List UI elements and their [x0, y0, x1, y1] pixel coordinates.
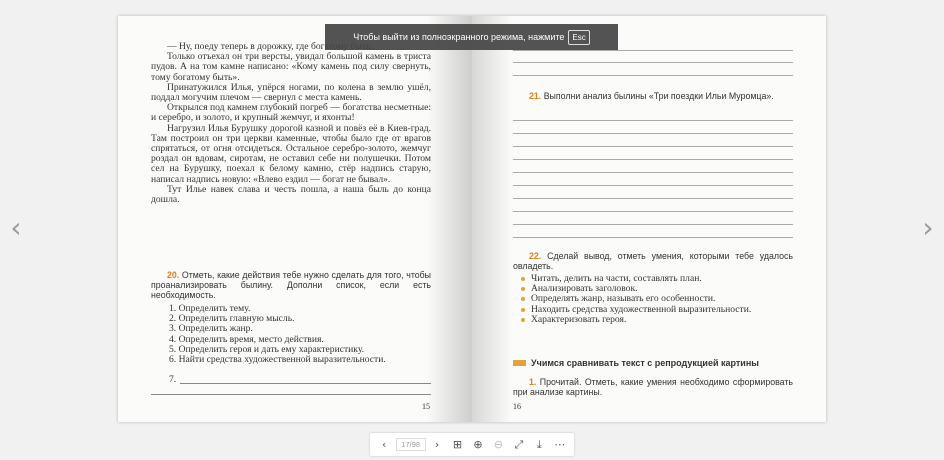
book-spread: — Ну, поеду теперь в дорожку, где богато…: [118, 16, 826, 422]
story-paragraph: Только отъехал он три версты, увидал бол…: [151, 51, 431, 83]
answer-line: [513, 211, 793, 212]
answer-line: [151, 394, 431, 395]
task-20: 20. Отметь, какие действия тебе нужно сд…: [151, 270, 431, 301]
viewer-toolbar: ‹ 17/98 › ⊞ ⊕ ⊖ ⤢ ⤓ ⋯: [370, 433, 574, 456]
fullscreen-hint: Чтобы выйти из полноэкранного режима, на…: [325, 24, 618, 50]
zoom-in-icon[interactable]: ⊕: [469, 438, 487, 451]
right-page: 21. Выполни анализ былины «Три поездки И…: [472, 16, 826, 422]
task-text: Отметь, какие действия тебе нужно сделат…: [151, 270, 432, 301]
answer-line: [513, 172, 793, 173]
prev-page-icon[interactable]: ‹: [375, 438, 393, 451]
chevron-left-icon[interactable]: ‹: [6, 214, 26, 242]
chevron-right-icon[interactable]: ›: [918, 214, 938, 242]
task-1: 1. Прочитай. Отметь, какие умения необхо…: [513, 377, 793, 397]
task-number: 1.: [529, 377, 537, 387]
page-number: 15: [422, 402, 430, 411]
story-paragraph: Открылся под камнем глубокий погреб — бо…: [151, 102, 431, 124]
story-paragraph: Тут Илье навек слава и честь пошла, а на…: [151, 183, 431, 206]
skills-list: Читать, делить на части, составлять план…: [513, 273, 793, 325]
answer-line: [513, 62, 793, 63]
section-marker: [513, 360, 526, 366]
item-7-label: 7.: [169, 374, 177, 385]
answer-line: [180, 375, 431, 384]
answer-line: [513, 50, 793, 51]
story-paragraph: Нагрузил Илья Бурушку дорогой казной и п…: [151, 122, 431, 185]
list-item: 6. Найти средства художественной выразит…: [169, 354, 386, 366]
answer-line: [513, 120, 793, 121]
fullscreen-icon[interactable]: ⤢: [510, 438, 528, 452]
task-number: 22.: [529, 251, 542, 261]
task-text: Сделай вывод, отметь умения, которыми те…: [513, 251, 793, 272]
left-page: — Ну, поеду теперь в дорожку, где богато…: [118, 16, 472, 422]
thumbnails-icon[interactable]: ⊞: [449, 438, 467, 451]
gutter-shadow: [472, 16, 512, 422]
task-20-list: 1. Определить тему. 2. Определить главну…: [151, 303, 431, 366]
answer-line: [513, 237, 793, 238]
task-21: 21. Выполни анализ былины «Три поездки И…: [513, 91, 793, 101]
answer-line: [513, 146, 793, 147]
answer-line: [513, 133, 793, 134]
task-number: 21.: [529, 91, 542, 101]
task-number: 20.: [167, 270, 180, 280]
task-text: Прочитай. Отметь, какие умения необходим…: [513, 377, 793, 398]
gutter-shadow: [426, 16, 472, 422]
answer-line: [513, 198, 793, 199]
answer-line: [513, 185, 793, 186]
answer-line: [513, 224, 793, 225]
page-number: 16: [513, 402, 521, 411]
task-22: 22. Сделай вывод, отметь умения, которым…: [513, 251, 793, 271]
task-text: Выполни анализ былины «Три поездки Ильи …: [543, 91, 774, 101]
pdf-viewer: ‹ › — Ну, поеду теперь в дорожку, где бо…: [0, 0, 944, 460]
download-icon[interactable]: ⤓: [530, 438, 548, 452]
esc-key-badge: Esc: [568, 29, 590, 45]
section-heading: Учимся сравнивать текст с репродукцией к…: [513, 358, 803, 368]
item-7: 7.: [169, 374, 431, 385]
section-title: Учимся сравнивать текст с репродукцией к…: [531, 358, 759, 368]
answer-line: [513, 75, 793, 76]
story-text: — Ну, поеду теперь в дорожку, где богато…: [151, 41, 431, 206]
page-indicator[interactable]: 17/98: [395, 438, 426, 451]
zoom-out-icon[interactable]: ⊖: [489, 438, 507, 451]
skill-item: Характеризовать героя.: [513, 314, 793, 325]
fullscreen-hint-text: Чтобы выйти из полноэкранного режима, на…: [353, 32, 565, 42]
answer-line: [513, 159, 793, 160]
next-page-icon[interactable]: ›: [428, 438, 446, 451]
more-icon[interactable]: ⋯: [551, 438, 569, 451]
story-paragraph: Принатужился Илья, упёрся ногами, по кол…: [151, 81, 431, 104]
